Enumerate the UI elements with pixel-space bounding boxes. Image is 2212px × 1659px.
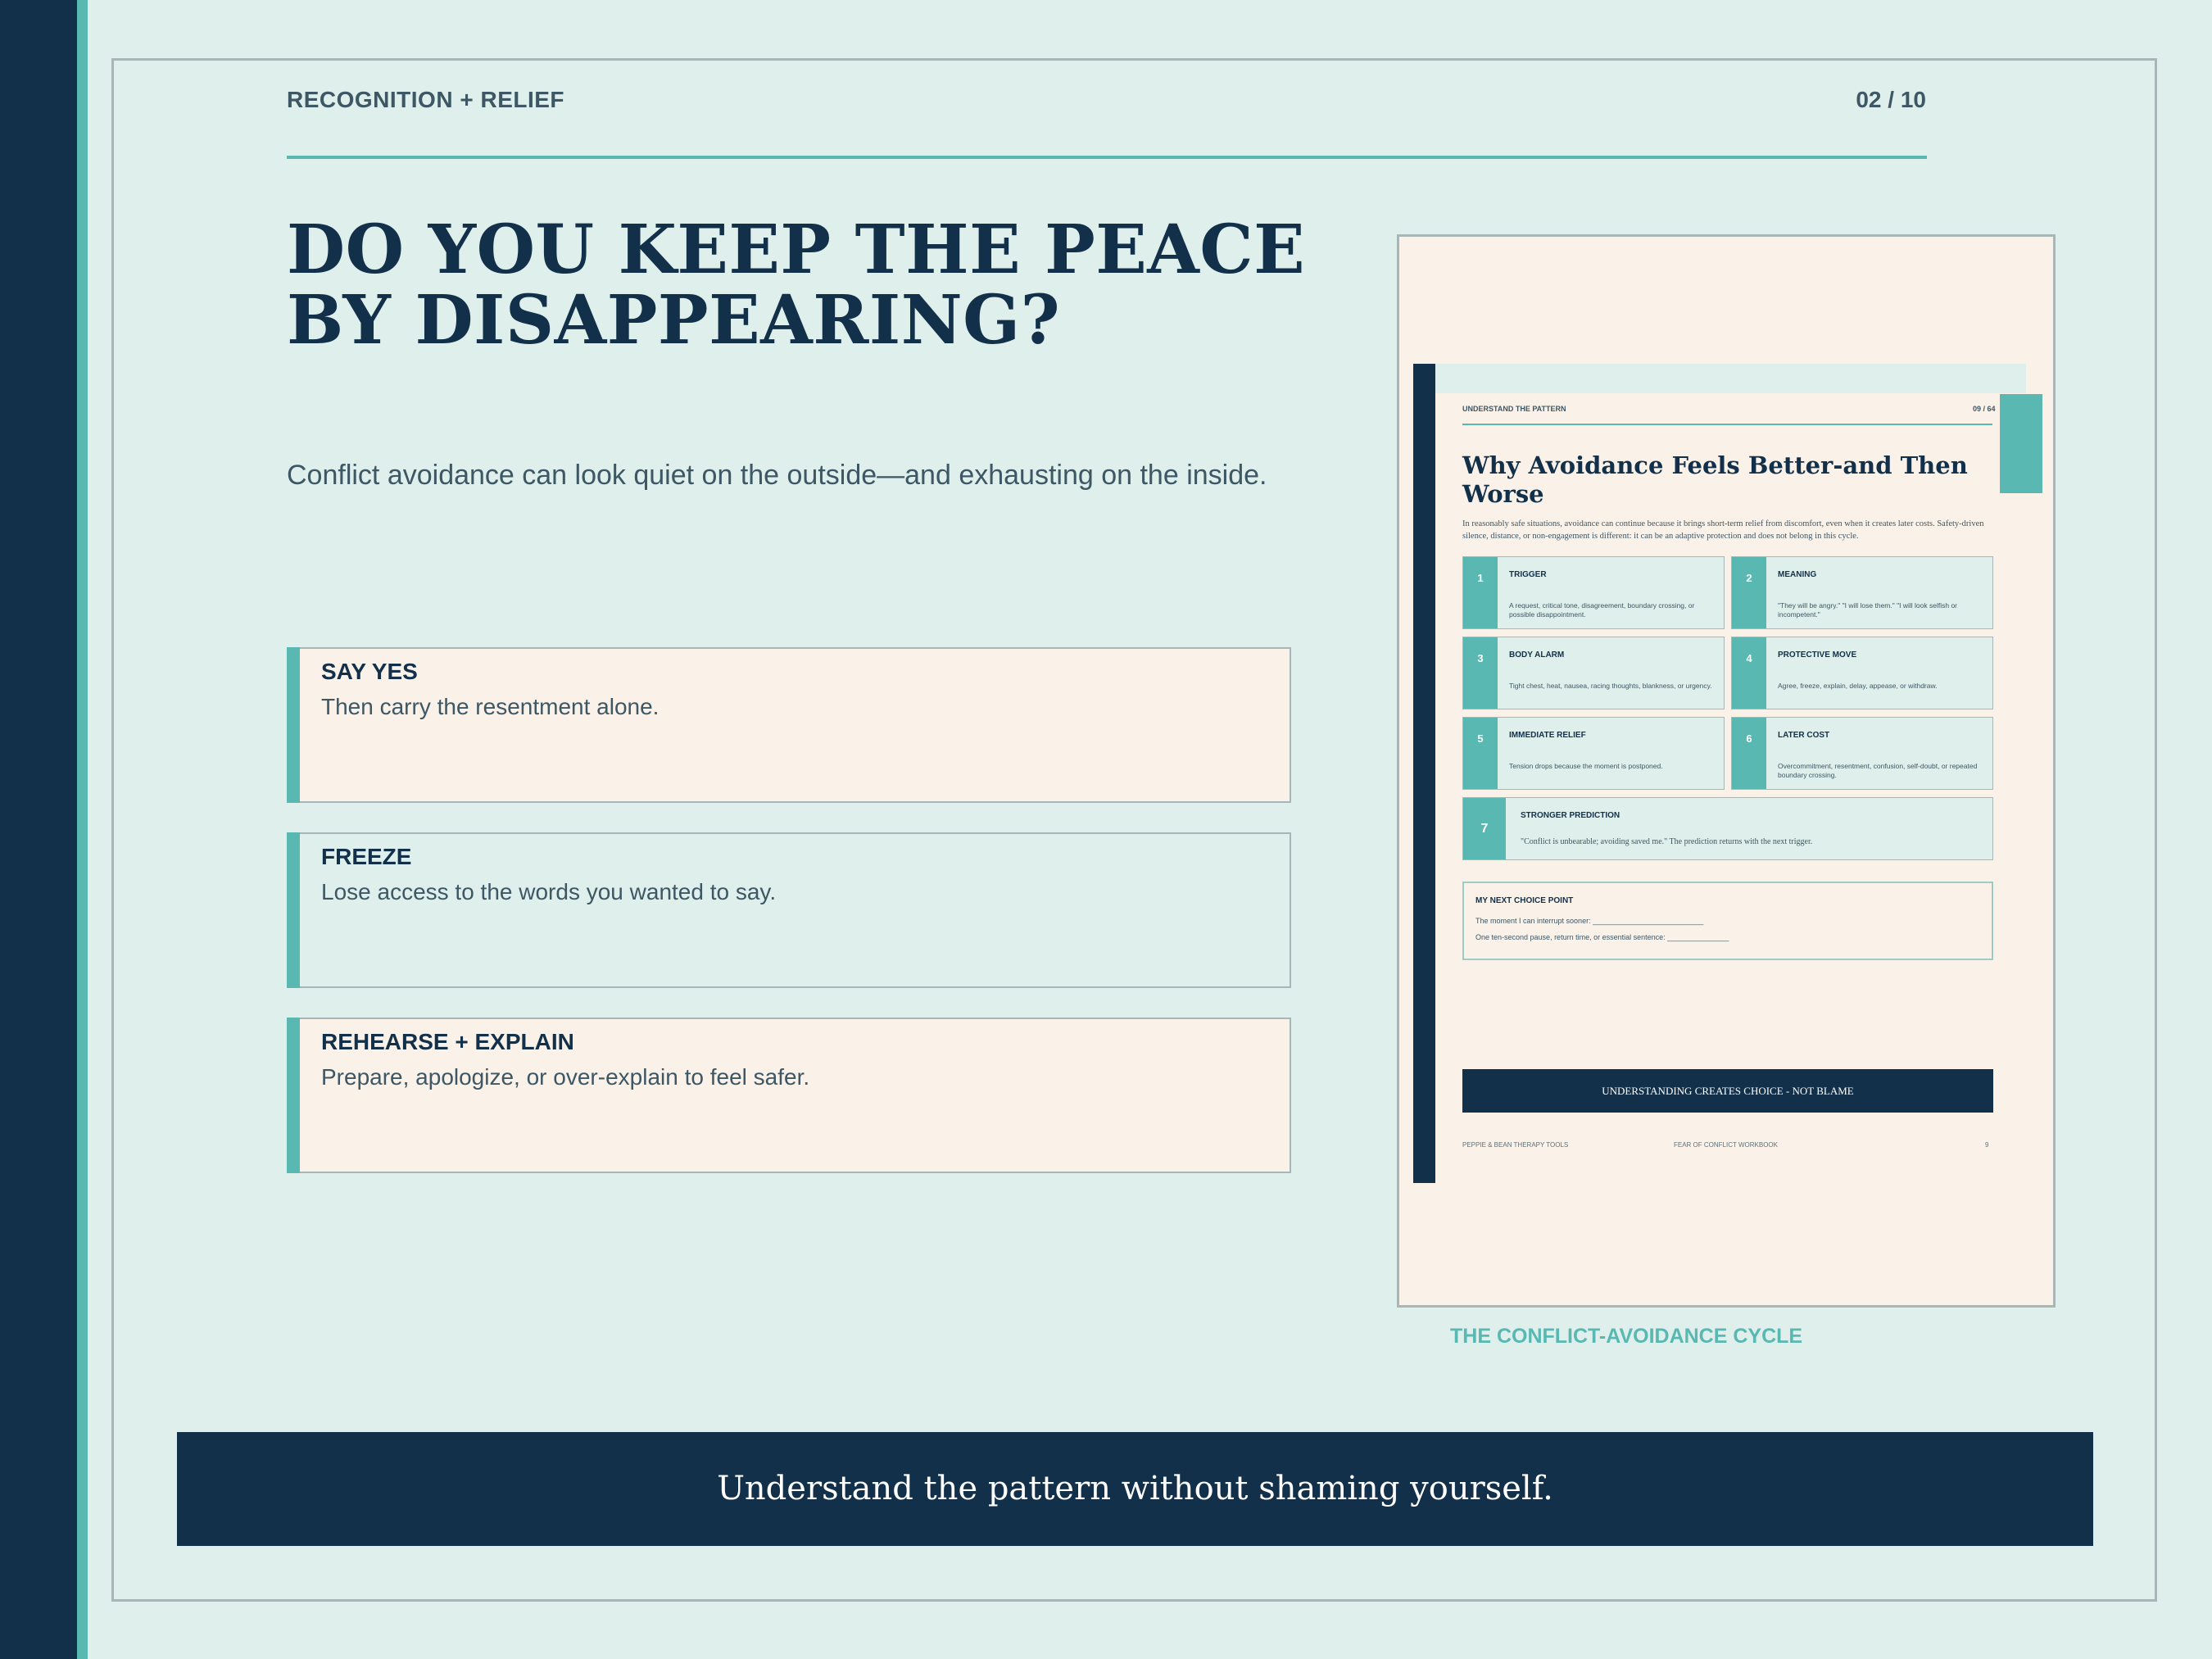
step-text: Tension drops because the moment is post… (1509, 762, 1663, 770)
thumbnail-caption: THE CONFLICT-AVOIDANCE CYCLE (1450, 1325, 1803, 1348)
left-navy-band (0, 0, 77, 1659)
step-text: A request, critical tone, disagreement, … (1509, 601, 1695, 619)
workbook-footer-center: FEAR OF CONFLICT WORKBOOK (1674, 1141, 1778, 1149)
choice-point-box: MY NEXT CHOICE POINT The moment I can in… (1462, 882, 1993, 960)
workbook-tab (2000, 394, 2042, 493)
workbook-banner: UNDERSTANDING CREATES CHOICE - NOT BLAME (1462, 1069, 1993, 1113)
step-text: Agree, freeze, explain, delay, appease, … (1778, 682, 1938, 690)
step-text: Overcommitment, resentment, confusion, s… (1778, 762, 1978, 779)
workbook-intro: In reasonably safe situations, avoidance… (1462, 519, 1984, 541)
card-text: Prepare, apologize, or over-explain to f… (321, 1064, 810, 1090)
step-number: 1 (1463, 557, 1498, 628)
slide-title: DO YOU KEEP THE PEACE BY DISAPPEARING? (287, 211, 1306, 360)
step-title: BODY ALARM (1509, 650, 1565, 660)
card-accent-bar (287, 832, 300, 988)
header-rule (287, 156, 1927, 159)
step-text: "They will be angry." "I will lose them.… (1778, 601, 1957, 619)
card-heading: REHEARSE + EXPLAIN (321, 1029, 574, 1054)
step-title: MEANING (1778, 570, 1817, 579)
cycle-step: 1 TRIGGER A request, critical tone, disa… (1462, 556, 1725, 629)
workbook-footer-page: 9 (1985, 1141, 1989, 1149)
card-text: Lose access to the words you wanted to s… (321, 879, 777, 904)
card-accent-bar (287, 1018, 300, 1173)
step-text: Tight chest, heat, nausea, racing though… (1509, 682, 1712, 690)
card-rehearse-explain: REHEARSE + EXPLAIN Prepare, apologize, o… (287, 1018, 1291, 1173)
cycle-step: 6 LATER COST Overcommitment, resentment,… (1731, 717, 1993, 790)
step-title: IMMEDIATE RELIEF (1509, 731, 1586, 740)
cycle-step: 2 MEANING "They will be angry." "I will … (1731, 556, 1993, 629)
workbook-page-number: 09 / 64 (1973, 405, 1996, 413)
cycle-step: 7 STRONGER PREDICTION "Conflict is unbea… (1462, 797, 1993, 860)
step-number: 6 (1732, 718, 1766, 789)
step-number: 3 (1463, 637, 1498, 709)
workbook-page-thumbnail: UNDERSTAND THE PATTERN 09 / 64 Why Avoid… (1397, 234, 2056, 1308)
card-heading: SAY YES (321, 659, 418, 684)
step-title: PROTECTIVE MOVE (1778, 650, 1857, 660)
step-title: TRIGGER (1509, 570, 1547, 579)
card-accent-bar (287, 647, 300, 803)
step-text: "Conflict is unbearable; avoiding saved … (1521, 837, 1813, 846)
card-heading: FREEZE (321, 844, 412, 869)
workbook-top-band (1413, 364, 2026, 393)
slide-lede: Conflict avoidance can look quiet on the… (287, 460, 1267, 491)
choice-line: One ten-second pause, return time, or es… (1475, 933, 1729, 941)
choice-line: The moment I can interrupt sooner: _____… (1475, 917, 1704, 925)
step-number: 2 (1732, 557, 1766, 628)
step-title: STRONGER PREDICTION (1521, 811, 1620, 820)
workbook-eyebrow: UNDERSTAND THE PATTERN (1462, 405, 1566, 413)
card-say-yes: SAY YES Then carry the resentment alone. (287, 647, 1291, 803)
workbook-footer-left: PEPPIE & BEAN THERAPY TOOLS (1462, 1141, 1569, 1149)
card-freeze: FREEZE Lose access to the words you want… (287, 832, 1291, 988)
choice-title: MY NEXT CHOICE POINT (1475, 896, 1574, 905)
cycle-step: 4 PROTECTIVE MOVE Agree, freeze, explain… (1731, 637, 1993, 709)
left-teal-stripe (77, 0, 88, 1659)
step-number: 4 (1732, 637, 1766, 709)
workbook-title: Why Avoidance Feels Better-and Then Wors… (1462, 451, 1968, 508)
cycle-step: 5 IMMEDIATE RELIEF Tension drops because… (1462, 717, 1725, 790)
step-title: LATER COST (1778, 731, 1830, 740)
step-number: 5 (1463, 718, 1498, 789)
page-number: 02 / 10 (1856, 87, 1926, 112)
workbook-rule (1462, 424, 1992, 425)
cycle-step: 3 BODY ALARM Tight chest, heat, nausea, … (1462, 637, 1725, 709)
workbook-spine (1413, 364, 1435, 1183)
section-eyebrow: RECOGNITION + RELIEF (287, 87, 565, 112)
card-text: Then carry the resentment alone. (321, 694, 660, 719)
step-number: 7 (1463, 798, 1506, 859)
footer-banner: Understand the pattern without shaming y… (177, 1432, 2093, 1546)
